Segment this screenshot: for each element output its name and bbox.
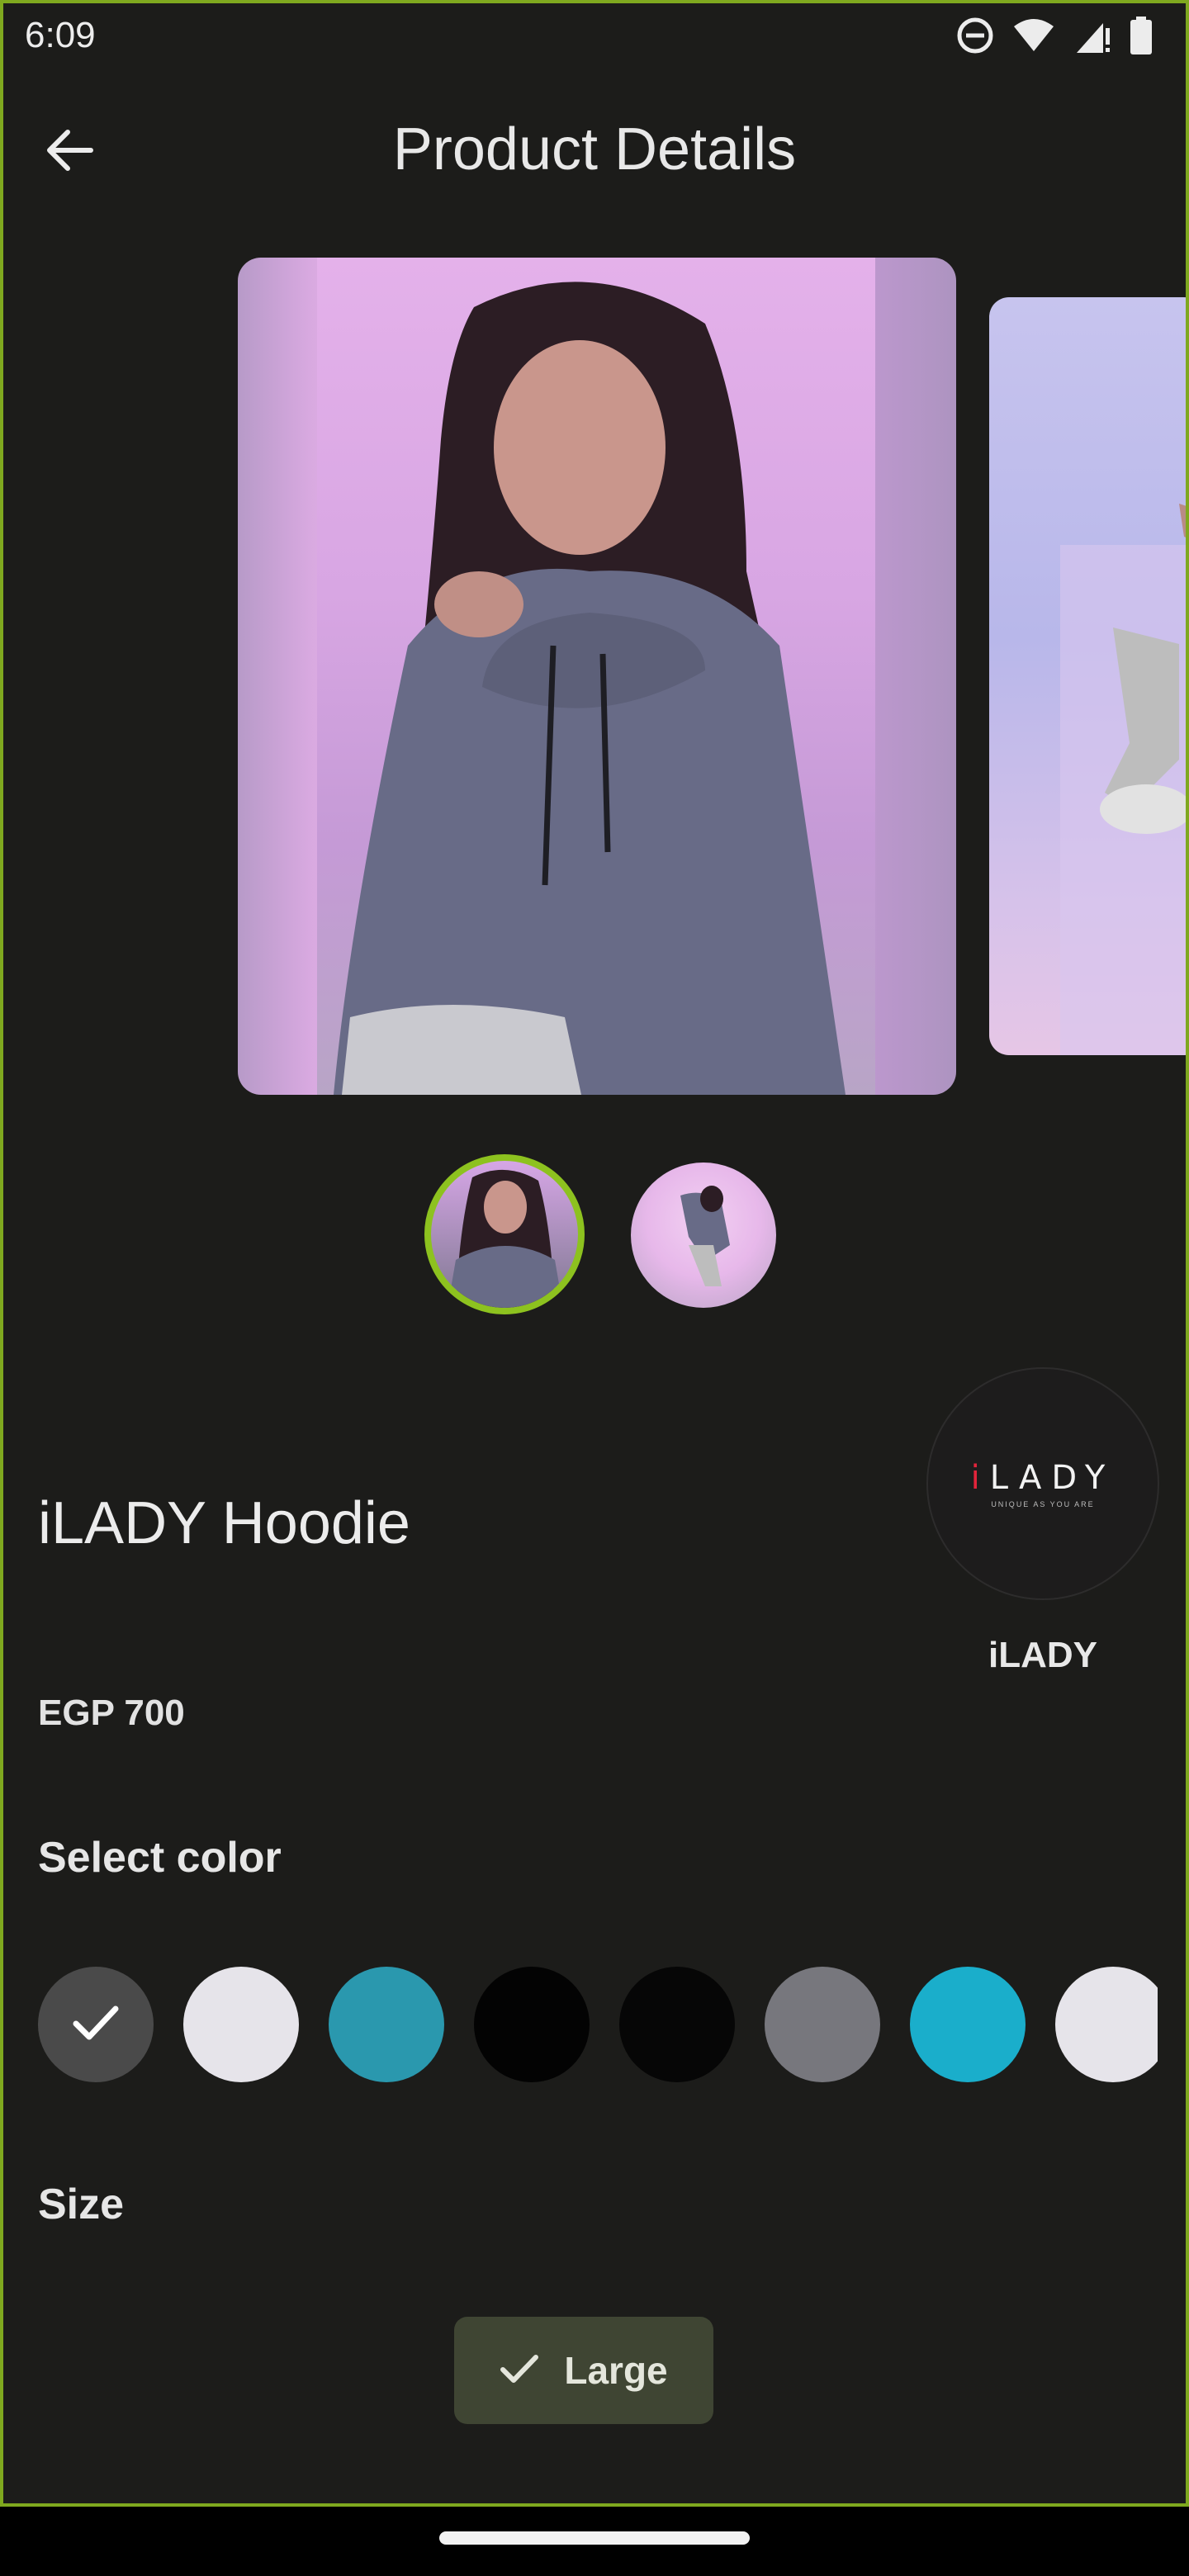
product-image-main[interactable] [238,258,956,1095]
brand-logo[interactable]: iLADY UNIQUE AS YOU ARE [926,1367,1159,1600]
image-thumbnails [3,1149,1186,1314]
status-icons [956,17,1153,54]
color-swatch[interactable] [910,1967,1026,2082]
brand-logo-wordmark: iLADY [970,1459,1116,1497]
brand-logo-tagline: UNIQUE AS YOU ARE [991,1500,1095,1508]
color-swatch[interactable] [329,1967,444,2082]
size-chip-large[interactable]: Large [454,2317,713,2424]
page-title: Product Details [392,116,797,182]
color-swatch[interactable] [1055,1967,1158,2082]
thumbnail-2[interactable] [631,1163,776,1308]
status-time: 6:09 [25,15,96,55]
color-swatch[interactable] [183,1967,299,2082]
brand-name[interactable]: iLADY [926,1635,1159,1676]
check-icon [500,2353,539,2389]
wifi-icon [1012,18,1055,53]
status-bar: 6:09 [3,3,1186,73]
thumbnail-1[interactable] [424,1154,585,1314]
battery-icon [1130,17,1153,54]
product-price: EGP 700 [38,1693,185,1733]
color-swatch-list [38,1967,1158,2082]
color-swatch[interactable] [765,1967,880,2082]
select-color-label: Select color [38,1834,282,1882]
gesture-nav-handle[interactable] [439,2531,750,2545]
check-icon [71,2004,121,2046]
color-swatch[interactable] [619,1967,735,2082]
size-label: Size [38,2181,125,2228]
color-swatch[interactable] [474,1967,590,2082]
product-name: iLADY Hoodie [38,1490,410,1556]
image-carousel[interactable] [3,254,1186,1096]
product-image-next[interactable] [989,297,1186,1055]
color-swatch[interactable] [38,1967,154,2082]
top-app-bar: Product Details [3,94,1186,210]
product-photo [317,258,875,1095]
size-chip-label: Large [564,2349,668,2392]
do-not-disturb-icon [956,17,994,54]
signal-icon [1073,17,1111,54]
app-screen: 6:09 Product Details iLADY UNIQUE AS YOU… [0,0,1189,2507]
